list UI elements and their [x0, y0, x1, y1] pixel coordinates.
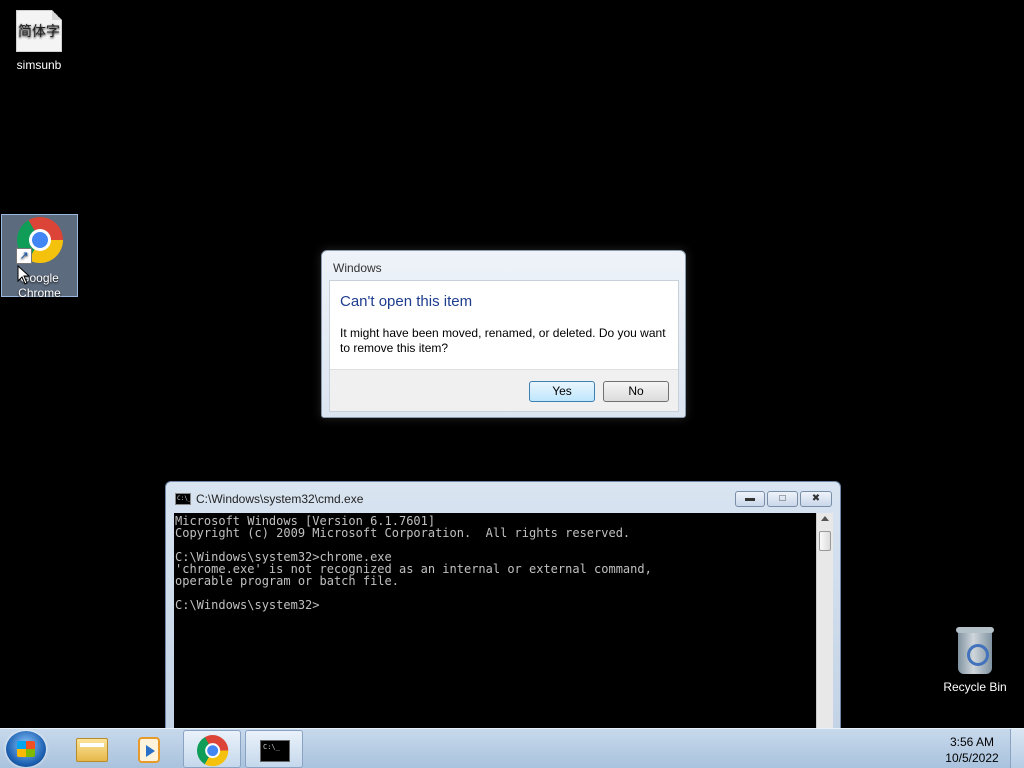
recycle-bin-icon — [956, 627, 994, 674]
dialog-footer: Yes No — [330, 369, 678, 411]
folder-icon — [76, 738, 108, 762]
scrollbar-thumb[interactable] — [819, 531, 831, 551]
dialog-title: Windows — [333, 261, 382, 275]
cmd-icon: C:\_ — [260, 740, 290, 762]
vertical-scrollbar[interactable] — [816, 513, 833, 732]
windows-logo-icon — [17, 741, 35, 757]
maximize-button[interactable]: □ — [767, 491, 798, 507]
desktop-icon-label: simsunb — [16, 58, 62, 72]
minimize-button[interactable]: ▬ — [735, 491, 765, 507]
scroll-up-icon[interactable] — [821, 516, 829, 521]
media-player-icon — [138, 737, 160, 763]
start-button[interactable] — [6, 731, 46, 767]
desktop-icon-recycle-bin[interactable]: Recycle Bin — [937, 627, 1013, 695]
cant-open-item-dialog: Windows Can't open this item It might ha… — [321, 250, 686, 418]
font-file-icon: 简体字 — [16, 10, 62, 52]
cmd-window-title: C:\Windows\system32\cmd.exe — [196, 492, 364, 506]
taskbar-item-chrome[interactable] — [183, 730, 241, 768]
shortcut-arrow-icon: ↗ — [16, 248, 32, 264]
system-clock[interactable]: 3:56 AM 10/5/2022 — [930, 734, 1014, 766]
desktop-icon-label: Google Chrome — [18, 271, 61, 300]
desktop-icon-simsunb[interactable]: 简体字 simsunb — [1, 8, 77, 73]
clock-date: 10/5/2022 — [945, 751, 999, 765]
clock-time: 3:56 AM — [949, 735, 995, 749]
cmd-window-icon: C:\_ — [175, 493, 191, 505]
close-button[interactable]: ✖ — [800, 491, 832, 507]
taskbar-item-media-player[interactable] — [122, 730, 180, 768]
desktop-icon-label: Recycle Bin — [943, 680, 1007, 694]
no-button[interactable]: No — [603, 381, 669, 402]
yes-button[interactable]: Yes — [529, 381, 595, 402]
taskbar-item-explorer[interactable] — [62, 730, 120, 768]
dialog-body: Can't open this item It might have been … — [329, 280, 679, 412]
font-preview-text: 简体字 — [18, 24, 60, 40]
chrome-icon — [197, 735, 229, 767]
mouse-cursor-icon — [17, 265, 30, 285]
taskbar: C:\_ 3:56 AM 10/5/2022 — [0, 728, 1024, 768]
desktop-icon-google-chrome[interactable]: ↗ Google Chrome — [1, 214, 78, 300]
dialog-heading: Can't open this item — [340, 293, 473, 310]
dialog-message: It might have been moved, renamed, or de… — [340, 326, 666, 355]
show-desktop-button[interactable] — [1010, 729, 1024, 768]
cmd-window[interactable]: C:\_ C:\Windows\system32\cmd.exe ▬ □ ✖ M… — [165, 481, 841, 732]
taskbar-item-cmd[interactable]: C:\_ — [245, 730, 303, 768]
console-output[interactable]: Microsoft Windows [Version 6.1.7601] Cop… — [174, 513, 816, 732]
